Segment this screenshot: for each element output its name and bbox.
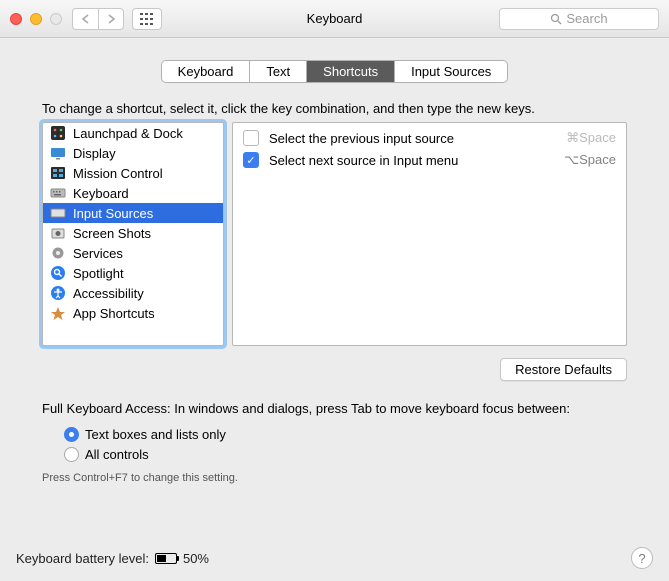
radio-label: Text boxes and lists only: [85, 427, 226, 442]
category-keyboard[interactable]: Keyboard: [43, 183, 223, 203]
search-icon: [550, 13, 562, 25]
battery-label: Keyboard battery level:: [16, 551, 149, 566]
category-mission-control[interactable]: Mission Control: [43, 163, 223, 183]
radio-label: All controls: [85, 447, 149, 462]
category-label: Screen Shots: [73, 226, 151, 241]
category-spotlight[interactable]: Spotlight: [43, 263, 223, 283]
mission-icon: [50, 165, 66, 181]
window-controls: [10, 13, 62, 25]
category-label: Spotlight: [73, 266, 124, 281]
accessibility-icon: [50, 285, 66, 301]
category-label: Display: [73, 146, 116, 161]
close-window-button[interactable]: [10, 13, 22, 25]
spotlight-icon: [50, 265, 66, 281]
category-label: Services: [73, 246, 123, 261]
fka-radio-1[interactable]: All controls: [64, 444, 627, 464]
battery-percent: 50%: [183, 551, 209, 566]
tab-text[interactable]: Text: [250, 61, 307, 82]
category-display[interactable]: Display: [43, 143, 223, 163]
keyboard-icon: [50, 185, 66, 201]
instruction-text: To change a shortcut, select it, click t…: [42, 101, 627, 116]
category-label: Keyboard: [73, 186, 129, 201]
minimize-window-button[interactable]: [30, 13, 42, 25]
category-label: Launchpad & Dock: [73, 126, 183, 141]
shortcut-label: Select next source in Input menu: [269, 153, 458, 168]
help-button[interactable]: ?: [631, 547, 653, 569]
category-label: Mission Control: [73, 166, 163, 181]
search-input[interactable]: Search: [499, 8, 659, 30]
fka-radio-0[interactable]: Text boxes and lists only: [64, 424, 627, 444]
title-bar: Keyboard Search: [0, 0, 669, 38]
radio-button[interactable]: [64, 427, 79, 442]
shortcut-row[interactable]: Select the previous input source ⌘Space: [233, 127, 626, 149]
category-screen-shots[interactable]: Screen Shots: [43, 223, 223, 243]
restore-defaults-button[interactable]: Restore Defaults: [500, 358, 627, 381]
fka-hint: Press Control+F7 to change this setting.: [42, 472, 627, 484]
nav-forward-button[interactable]: [98, 8, 124, 30]
shortcut-checkbox[interactable]: [243, 130, 259, 146]
launchpad-icon: [50, 125, 66, 141]
shortcut-row[interactable]: ✓ Select next source in Input menu ⌥Space: [233, 149, 626, 171]
category-label: App Shortcuts: [73, 306, 155, 321]
show-all-prefs-button[interactable]: [132, 8, 162, 30]
screenshot-icon: [50, 225, 66, 241]
tab-bar: KeyboardTextShortcutsInput Sources: [0, 60, 669, 83]
tab-shortcuts[interactable]: Shortcuts: [307, 61, 395, 82]
category-input-sources[interactable]: Input Sources: [43, 203, 223, 223]
category-services[interactable]: Services: [43, 243, 223, 263]
shortcut-label: Select the previous input source: [269, 131, 454, 146]
appshort-icon: [50, 305, 66, 321]
display-icon: [50, 145, 66, 161]
shortcut-keys[interactable]: ⌘Space: [566, 130, 616, 146]
input-icon: [50, 205, 66, 221]
tab-input-sources[interactable]: Input Sources: [395, 61, 507, 82]
shortcut-checkbox[interactable]: ✓: [243, 152, 259, 168]
category-launchpad-dock[interactable]: Launchpad & Dock: [43, 123, 223, 143]
nav-back-forward: [72, 8, 124, 30]
shortcut-keys[interactable]: ⌥Space: [564, 152, 616, 168]
shortcut-list[interactable]: Select the previous input source ⌘Space ✓ S…: [232, 122, 627, 346]
category-app-shortcuts[interactable]: App Shortcuts: [43, 303, 223, 323]
category-label: Input Sources: [73, 206, 153, 221]
nav-back-button[interactable]: [72, 8, 98, 30]
tab-keyboard[interactable]: Keyboard: [162, 61, 251, 82]
battery-icon: [155, 553, 177, 564]
search-placeholder: Search: [566, 11, 607, 26]
fka-label: Full Keyboard Access: In windows and dia…: [42, 401, 627, 416]
category-accessibility[interactable]: Accessibility: [43, 283, 223, 303]
category-list[interactable]: Launchpad & Dock Display Mission Control Ke…: [42, 122, 224, 346]
fka-section: Full Keyboard Access: In windows and dia…: [42, 401, 627, 464]
services-icon: [50, 245, 66, 261]
category-label: Accessibility: [73, 286, 144, 301]
radio-button[interactable]: [64, 447, 79, 462]
zoom-window-button: [50, 13, 62, 25]
